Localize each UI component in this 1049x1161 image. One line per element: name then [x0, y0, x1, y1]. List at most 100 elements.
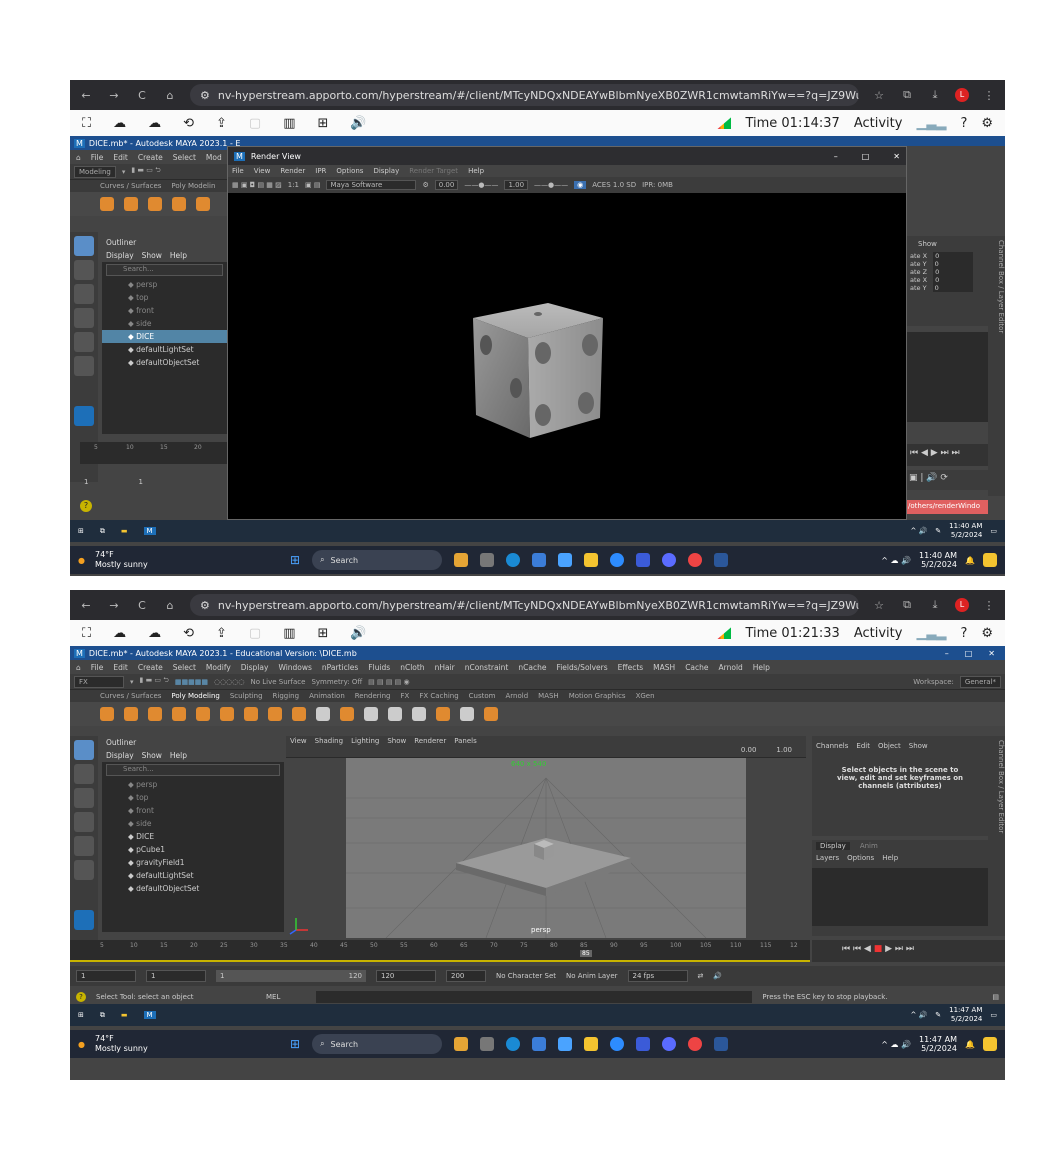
menu-item[interactable]: nCache — [518, 663, 546, 672]
colorspace-icon[interactable]: ◉ — [574, 181, 587, 189]
menu-item[interactable]: Effects — [618, 663, 644, 672]
last-tool-icon[interactable] — [74, 356, 94, 376]
rv-menu-display[interactable]: Display — [373, 167, 399, 175]
rotate-tool-icon[interactable] — [74, 332, 94, 352]
back-icon[interactable]: ← — [78, 89, 94, 102]
chat-icon[interactable]: ▢ — [249, 116, 261, 131]
move-tool-icon[interactable] — [74, 812, 94, 832]
menu-edit[interactable]: Edit — [113, 153, 128, 162]
word-icon[interactable] — [714, 553, 729, 567]
minimize-icon[interactable]: – — [834, 152, 838, 161]
menu-item[interactable]: nConstraint — [465, 663, 509, 672]
word-icon[interactable] — [714, 1037, 729, 1051]
text-icon[interactable] — [316, 707, 330, 721]
upload-cloud-icon[interactable]: ☁ — [113, 116, 126, 131]
rv-menu-render-target[interactable]: Render Target — [409, 167, 458, 175]
app-icon[interactable] — [558, 1037, 573, 1051]
viewport-menu-item[interactable]: Renderer — [414, 737, 446, 745]
app-icon[interactable] — [454, 1037, 469, 1051]
shelf-tab-poly[interactable]: Poly Modelin — [171, 182, 215, 190]
colorspace-label[interactable]: ACES 1.0 SD — [592, 181, 636, 189]
mode-select[interactable]: FX — [74, 675, 124, 688]
site-info-icon[interactable]: ⚙ — [200, 89, 210, 102]
shelf-tab[interactable]: Poly Modeling — [171, 692, 219, 700]
rv-menu-view[interactable]: View — [254, 167, 271, 175]
time-slider[interactable]: 5 10 15 20 25 30 35 40 45 50 55 60 65 70 75 80 85 90 95 100… — [70, 940, 810, 962]
command-line[interactable]: /others/renderWindo — [906, 500, 988, 514]
playback-controls[interactable]: ⏮ ⏮ ◀ ■ ▶ ⏭ ⏭ — [812, 940, 1005, 962]
channel-show-menu[interactable]: Show — [906, 236, 988, 252]
menu-item[interactable]: Help — [753, 663, 770, 672]
bridge-icon[interactable] — [460, 707, 474, 721]
mel-command-input[interactable] — [316, 991, 753, 1003]
combine-icon[interactable] — [388, 707, 402, 721]
snap-icons[interactable]: ◌◌◌◌◌ — [214, 678, 245, 686]
torus-icon[interactable] — [196, 197, 210, 211]
select-tool-icon[interactable] — [74, 740, 94, 760]
file-explorer-icon[interactable] — [584, 1037, 599, 1051]
viewport-menu-item[interactable]: Panels — [454, 737, 477, 745]
channel-value[interactable]: 0 — [933, 252, 974, 260]
address-bar[interactable]: ⚙ nv-hyperstream.apporto.com/hyperstream… — [190, 594, 859, 616]
channel-value[interactable]: 0 — [933, 268, 974, 276]
shelf-tab[interactable]: Sculpting — [230, 692, 263, 700]
download-cloud-icon[interactable]: ☁ — [148, 116, 161, 131]
tray-icons[interactable]: ^ 🔊 — [910, 1011, 927, 1019]
soccer-ball-icon[interactable] — [268, 707, 282, 721]
script-editor-icon[interactable]: ▤ — [992, 993, 999, 1001]
zoom-icon[interactable] — [610, 1037, 625, 1051]
rv-menu-file[interactable]: File — [232, 167, 244, 175]
playback-start-field[interactable]: 1 — [146, 970, 206, 982]
paint-tool-icon[interactable] — [74, 788, 94, 808]
outliner-item[interactable]: ◆ defaultObjectSet — [102, 356, 227, 369]
outliner-item[interactable]: ◆ top — [102, 791, 284, 804]
share-icon[interactable]: ⇪ — [216, 116, 227, 131]
sync-icon[interactable]: ⟲ — [183, 116, 194, 131]
app-icon[interactable] — [983, 1037, 997, 1051]
layer-menu-layers[interactable]: Layers — [816, 854, 839, 862]
outliner-menu-help[interactable]: Help — [170, 251, 187, 260]
outliner-item[interactable]: ◆ gravityField1 — [102, 856, 284, 869]
cube-icon[interactable] — [124, 197, 138, 211]
current-frame-field[interactable]: 1 — [138, 478, 142, 486]
taskbar-search[interactable]: ⌕ Search — [312, 1034, 443, 1054]
fps-select[interactable]: 24 fps — [627, 970, 688, 982]
outliner-item[interactable]: ◆ front — [102, 804, 284, 817]
viewport-menu-item[interactable]: Lighting — [351, 737, 379, 745]
outliner-item[interactable]: ◆ front — [102, 304, 227, 317]
playback-end-field[interactable]: 120 — [376, 970, 436, 982]
home-icon[interactable]: ⌂ — [162, 599, 178, 612]
download-cloud-icon[interactable]: ☁ — [148, 626, 161, 641]
close-icon[interactable]: ✕ — [988, 649, 995, 658]
anim-start-field[interactable]: 1 — [76, 970, 136, 982]
render-canvas[interactable] — [228, 193, 906, 519]
tray-icons[interactable]: ^ ☁ 🔊 — [881, 556, 911, 565]
mel-label[interactable]: MEL — [266, 993, 306, 1001]
back-icon[interactable]: ← — [78, 599, 94, 612]
windows-start-icon[interactable]: ⊞ — [78, 1011, 84, 1019]
disc-icon[interactable] — [244, 707, 258, 721]
reload-icon[interactable]: C — [134, 599, 150, 612]
upload-cloud-icon[interactable]: ☁ — [113, 626, 126, 641]
settings-gear-icon[interactable]: ⚙ — [981, 116, 993, 131]
app-icon[interactable] — [480, 553, 495, 567]
menu-item[interactable]: nParticles — [322, 663, 358, 672]
current-frame-marker[interactable]: 85 — [580, 950, 592, 957]
chat-icon[interactable]: ▢ — [249, 626, 261, 641]
outliner-item[interactable]: ◆ persp — [102, 778, 284, 791]
pen-icon[interactable]: ✎ — [935, 527, 941, 535]
outliner-item[interactable]: ◆ side — [102, 817, 284, 830]
network-icon[interactable]: ⊞ — [318, 626, 329, 641]
menu-item[interactable]: Fluids — [368, 663, 390, 672]
maximize-icon[interactable]: □ — [965, 649, 973, 658]
menu-file[interactable]: File — [91, 153, 104, 162]
share-icon[interactable]: ⇪ — [216, 626, 227, 641]
download-icon[interactable]: ⤓ — [927, 88, 943, 102]
layer-menu-options[interactable]: Options — [847, 854, 874, 862]
app-icon[interactable] — [662, 1037, 677, 1051]
boolean-icon[interactable] — [436, 707, 450, 721]
viewport-menu-item[interactable]: Shading — [315, 737, 343, 745]
mode-select[interactable]: Modeling — [74, 165, 116, 178]
outliner-menu-display[interactable]: Display — [106, 751, 134, 760]
minimize-icon[interactable]: – — [945, 649, 949, 658]
